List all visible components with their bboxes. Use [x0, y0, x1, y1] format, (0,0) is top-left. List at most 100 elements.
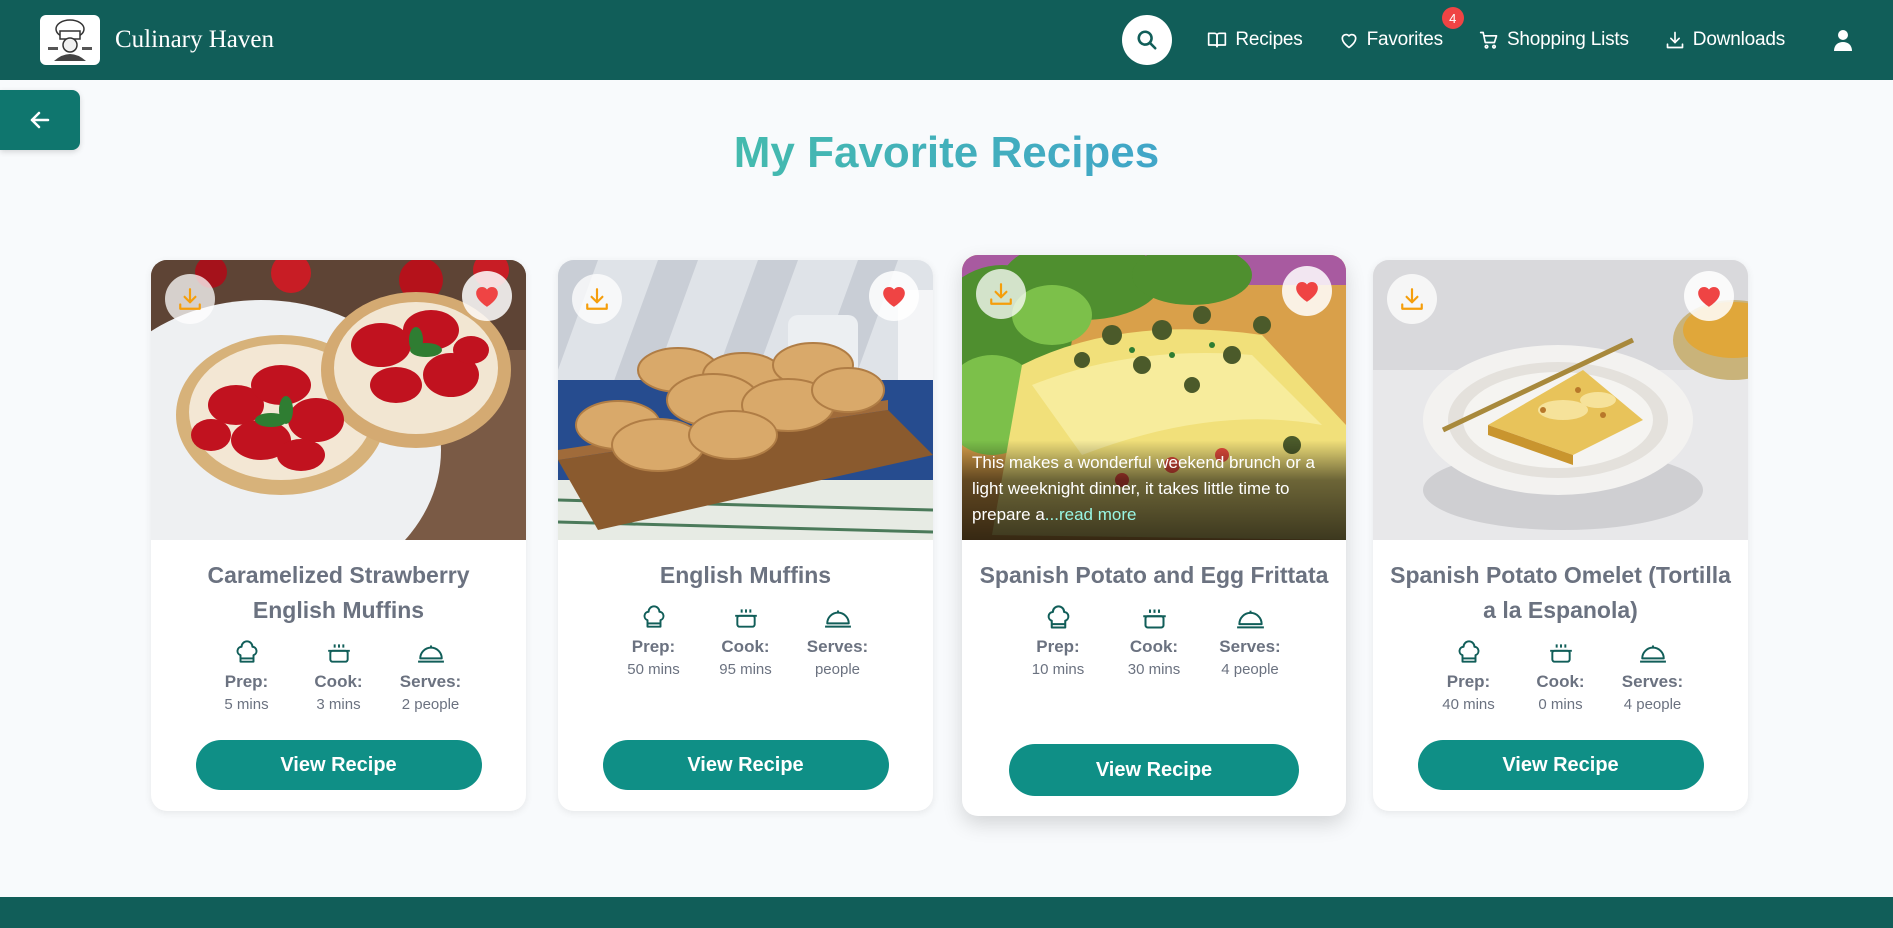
- download-icon: [179, 288, 201, 310]
- cook-label: Cook:: [721, 637, 770, 656]
- serves: Serves: 4 people: [1202, 603, 1298, 678]
- recipe-meta: Prep: 50 mins Cook: 95 mins Serves: peop…: [558, 603, 933, 678]
- prep-label: Prep:: [1446, 672, 1491, 691]
- favorite-toggle-button[interactable]: [462, 271, 512, 321]
- heart-icon: [1296, 281, 1318, 302]
- read-more-link[interactable]: ...read more: [1045, 505, 1137, 524]
- serves-value: 4 people: [1623, 696, 1682, 713]
- download-recipe-button[interactable]: [572, 274, 622, 324]
- prep-value: 40 mins: [1442, 696, 1495, 713]
- prep-label: Prep:: [224, 672, 269, 691]
- favorite-toggle-button[interactable]: [1684, 271, 1734, 321]
- view-recipe-button[interactable]: View Recipe: [1009, 744, 1299, 796]
- user-icon: [1834, 30, 1852, 51]
- recipe-card[interactable]: This makes a wonderful weekend brunch or…: [962, 255, 1346, 816]
- recipe-image[interactable]: This makes a wonderful weekend brunch or…: [962, 255, 1346, 540]
- prep-value: 50 mins: [627, 661, 680, 678]
- download-recipe-button[interactable]: [165, 274, 215, 324]
- cook-value: 0 mins: [1538, 696, 1583, 713]
- recipe-description-overlay: This makes a wonderful weekend brunch or…: [962, 440, 1346, 540]
- cook-label: Cook:: [1129, 637, 1179, 656]
- prep-time: Prep: 5 mins: [201, 638, 293, 713]
- serves-label: Serves:: [1621, 672, 1684, 691]
- recipe-title[interactable]: Caramelized Strawberry English Muffins: [151, 558, 526, 628]
- nav-downloads-label: Downloads: [1692, 29, 1785, 50]
- cook-time: Cook: 3 mins: [293, 638, 385, 713]
- cloche-icon: [1639, 645, 1666, 663]
- recipe-image[interactable]: [1373, 260, 1748, 540]
- heart-icon: [1698, 286, 1720, 307]
- recipe-meta: Prep: 40 mins Cook: 0 mins Serves: 4 peo…: [1373, 638, 1748, 713]
- nav-downloads[interactable]: Downloads: [1665, 29, 1785, 51]
- recipe-title[interactable]: Spanish Potato and Egg Frittata: [962, 558, 1346, 593]
- cook-time: Cook: 95 mins: [700, 603, 792, 678]
- recipe-card[interactable]: Caramelized Strawberry English Muffins P…: [151, 260, 526, 811]
- prep-value: 5 mins: [224, 696, 269, 713]
- cart-icon: [1479, 31, 1498, 49]
- recipe-card[interactable]: Spanish Potato Omelet (Tortilla a la Esp…: [1373, 260, 1748, 811]
- nav-shopping-lists[interactable]: Shopping Lists: [1479, 29, 1629, 51]
- cooking-pot-icon: [734, 609, 757, 628]
- serves: Serves: people: [792, 603, 884, 678]
- recipe-title[interactable]: Spanish Potato Omelet (Tortilla a la Esp…: [1373, 558, 1748, 628]
- view-recipe-button[interactable]: View Recipe: [1417, 740, 1704, 790]
- download-recipe-button[interactable]: [976, 269, 1026, 319]
- download-icon: [1401, 288, 1423, 310]
- favorites-count-badge: 4: [1441, 7, 1464, 29]
- footer: [0, 897, 1893, 928]
- cloche-icon: [824, 610, 851, 628]
- nav-recipes-label: Recipes: [1235, 29, 1303, 50]
- cook-time: Cook: 30 mins: [1106, 603, 1202, 678]
- chef-hat-icon: [1047, 604, 1069, 629]
- nav-favorites[interactable]: Favorites 4: [1339, 7, 1464, 51]
- download-icon: [586, 288, 608, 310]
- favorite-toggle-button[interactable]: [1282, 266, 1332, 316]
- cloche-icon: [417, 645, 444, 663]
- recipe-title[interactable]: English Muffins: [558, 558, 933, 593]
- cooking-pot-icon: [1549, 644, 1572, 663]
- cook-value: 3 mins: [316, 696, 361, 713]
- cook-value: 95 mins: [719, 661, 772, 678]
- prep-time: Prep: 40 mins: [1423, 638, 1515, 713]
- serves-value: people: [814, 661, 861, 678]
- recipe-card[interactable]: English Muffins Prep: 50 mins Cook: 95 m…: [558, 260, 933, 811]
- cooking-pot-icon: [1142, 609, 1166, 629]
- view-recipe-button[interactable]: View Recipe: [195, 740, 482, 790]
- recipe-meta: Prep: 5 mins Cook: 3 mins Serves: 2 peop…: [151, 638, 526, 713]
- cook-value: 30 mins: [1127, 661, 1181, 678]
- nav-recipes[interactable]: Recipes: [1207, 29, 1303, 51]
- view-recipe-button[interactable]: View Recipe: [602, 740, 889, 790]
- brand[interactable]: Culinary Haven: [40, 15, 274, 65]
- download-icon: [990, 283, 1012, 305]
- user-profile-button[interactable]: [1833, 29, 1853, 51]
- recipe-image[interactable]: [558, 260, 933, 540]
- serves-value: 4 people: [1221, 661, 1279, 678]
- top-navbar: Culinary Haven Recipes Favorites 4 Shopp…: [0, 0, 1893, 80]
- serves-label: Serves:: [1219, 637, 1281, 656]
- search-button[interactable]: [1122, 15, 1173, 65]
- cloche-icon: [1236, 610, 1264, 628]
- search-icon: [1137, 30, 1157, 50]
- serves: Serves: 4 people: [1607, 638, 1699, 713]
- cook-label: Cook:: [314, 672, 363, 691]
- nav-shopping-lists-label: Shopping Lists: [1506, 29, 1629, 50]
- download-recipe-button[interactable]: [1387, 274, 1437, 324]
- prep-time: Prep: 50 mins: [608, 603, 700, 678]
- prep-time: Prep: 10 mins: [1010, 603, 1106, 678]
- cook-time: Cook: 0 mins: [1515, 638, 1607, 713]
- chef-hat-icon: [1458, 640, 1479, 663]
- book-icon: [1208, 32, 1227, 48]
- heart-outline-icon: [1341, 33, 1357, 49]
- nav-favorites-label: Favorites: [1366, 29, 1444, 50]
- recipe-meta: Prep: 10 mins Cook: 30 mins Serves: 4 pe…: [962, 603, 1346, 678]
- chef-hat-icon: [643, 605, 664, 628]
- serves: Serves: 2 people: [385, 638, 477, 713]
- recipe-image[interactable]: [151, 260, 526, 540]
- prep-value: 10 mins: [1031, 661, 1085, 678]
- page-title: My Favorite Recipes: [0, 128, 1893, 178]
- cook-label: Cook:: [1536, 672, 1585, 691]
- chef-logo: [40, 15, 100, 65]
- prep-label: Prep:: [1036, 637, 1080, 656]
- download-icon: [1666, 31, 1684, 49]
- favorite-toggle-button[interactable]: [869, 271, 919, 321]
